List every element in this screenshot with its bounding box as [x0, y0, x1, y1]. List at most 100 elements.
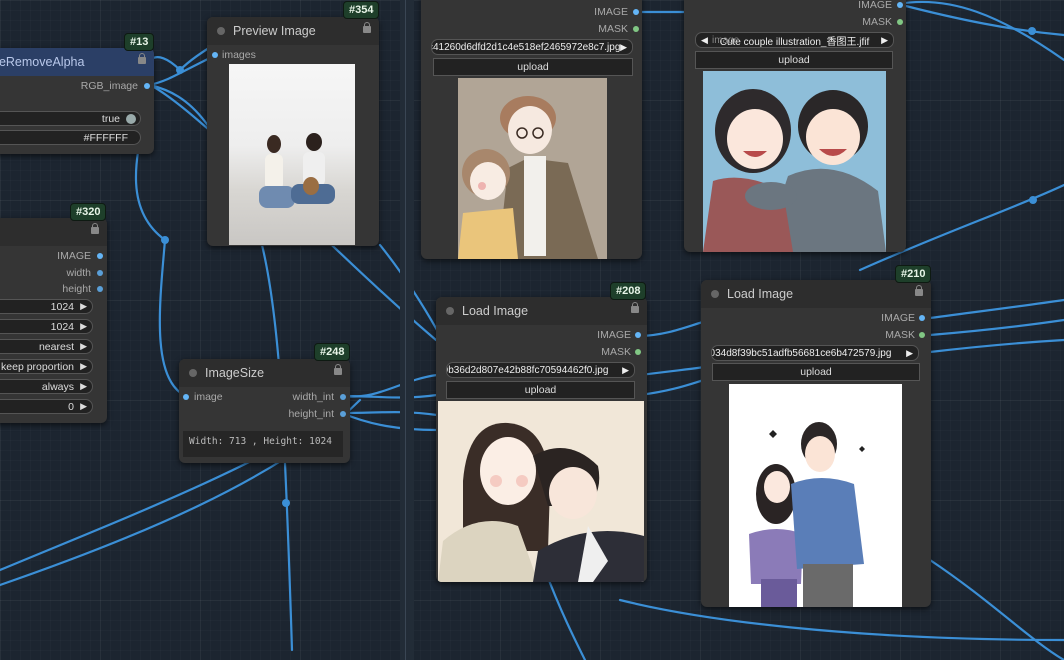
output-label: IMAGE: [57, 250, 91, 262]
upload-button[interactable]: upload: [712, 363, 920, 381]
output-port[interactable]: [633, 9, 639, 15]
node-title: geRemoveAlpha: [0, 55, 85, 69]
loaded-image-thumbnail: [438, 401, 644, 582]
output-port[interactable]: [919, 332, 925, 338]
input-port[interactable]: [212, 52, 218, 58]
output-port[interactable]: [897, 2, 903, 8]
load-image-node[interactable]: IMAGE MASK c41260d6dfd2d1c4e518ef2465972…: [421, 0, 642, 259]
width-widget[interactable]: 1024 ▶: [0, 299, 93, 314]
node-title: Load Image: [727, 287, 794, 301]
arrow-right-icon[interactable]: ▶: [622, 365, 629, 376]
file-name: Cute couple illustration_香图王.jfif: [719, 36, 870, 48]
output-port[interactable]: [97, 286, 103, 292]
widget-value: keep proportion: [1, 360, 74, 373]
arrow-right-icon[interactable]: ▶: [80, 321, 87, 332]
node-id-badge: #354: [343, 1, 380, 19]
output-label: height: [62, 283, 91, 295]
output-port[interactable]: [340, 394, 346, 400]
lock-icon[interactable]: [334, 364, 342, 375]
output-label: IMAGE: [881, 312, 915, 324]
output-port[interactable]: [633, 26, 639, 32]
output-port[interactable]: [897, 19, 903, 25]
node-id-badge: #13: [124, 33, 155, 51]
image-size-node[interactable]: ImageSize image width_int height_int Wid…: [179, 359, 350, 463]
node-title-bar[interactable]: geRemoveAlpha: [0, 48, 154, 76]
widget-value: 0: [68, 400, 74, 413]
output-port[interactable]: [97, 270, 103, 276]
image-file-select[interactable]: bced9b36d2d807e42b88fc70594462f0.jpg ▶: [446, 362, 635, 378]
node-title-bar[interactable]: ImageSize: [179, 359, 350, 387]
arrow-right-icon[interactable]: ▶: [80, 301, 87, 312]
multiple-widget[interactable]: 0 ▶: [0, 399, 93, 414]
output-label: RGB_image: [80, 80, 138, 92]
output-label: MASK: [862, 16, 892, 28]
arrow-right-icon[interactable]: ▶: [906, 348, 913, 359]
height-widget[interactable]: 1024 ▶: [0, 319, 93, 334]
output-port[interactable]: [635, 349, 641, 355]
output-port[interactable]: [919, 315, 925, 321]
load-image-node[interactable]: IMAGE MASK ◀ image Cute couple illustrat…: [684, 0, 906, 252]
widget-value: always: [41, 380, 74, 393]
node-title-bar[interactable]: [0, 218, 107, 246]
upload-button[interactable]: upload: [446, 381, 635, 399]
toggle-knob: [126, 114, 136, 124]
output-port[interactable]: [340, 411, 346, 417]
arrow-right-icon[interactable]: ▶: [881, 35, 888, 46]
output-port[interactable]: [144, 83, 150, 89]
output-port[interactable]: [635, 332, 641, 338]
upload-button[interactable]: upload: [433, 58, 633, 76]
arrow-right-icon[interactable]: ▶: [80, 381, 87, 392]
color-widget[interactable]: #FFFFFF: [0, 130, 141, 145]
image-resize-node[interactable]: IMAGE width height 1024 ▶ 1024 ▶ nearest ▶ …: [0, 218, 107, 423]
image-file-select[interactable]: ◀ image Cute couple illustration_香图王.jfi…: [695, 32, 894, 48]
collapse-dot[interactable]: [711, 290, 719, 298]
image-file-select[interactable]: b034d8f39bc51adfb56681ce6b472579.jpg ▶: [711, 345, 919, 361]
arrow-right-icon[interactable]: ▶: [80, 341, 87, 352]
file-name: bced9b36d2d807e42b88fc70594462f0.jpg: [447, 364, 609, 376]
interpolation-widget[interactable]: nearest ▶: [0, 339, 93, 354]
arrow-right-icon[interactable]: ▶: [80, 401, 87, 412]
color-value: #FFFFFF: [83, 131, 128, 144]
loaded-image-thumbnail: [458, 78, 607, 259]
toggle-value: true: [101, 112, 120, 125]
widget-value: 1024: [50, 320, 74, 333]
preview-photo: [229, 64, 355, 245]
lock-icon[interactable]: [915, 285, 923, 296]
input-port[interactable]: [183, 394, 189, 400]
arrow-right-icon[interactable]: ▶: [80, 361, 87, 372]
preview-image-node[interactable]: Preview Image images: [207, 17, 379, 246]
arrow-right-icon[interactable]: ▶: [620, 42, 627, 53]
arrow-left-icon[interactable]: ◀: [701, 35, 708, 46]
output-label: height_int: [288, 408, 334, 420]
load-image-node[interactable]: Load Image IMAGE MASK bced9b36d2d807e42b…: [436, 297, 647, 582]
widget-value: 1024: [50, 300, 74, 313]
output-label: width: [66, 267, 91, 279]
method-widget[interactable]: keep proportion ▶: [0, 359, 93, 374]
output-label: MASK: [885, 329, 915, 341]
condition-widget[interactable]: always ▶: [0, 379, 93, 394]
lock-icon[interactable]: [91, 223, 99, 234]
image-remove-alpha-node[interactable]: geRemoveAlpha RGB_image true #FFFFFF: [0, 48, 154, 154]
node-id-badge: #208: [610, 282, 647, 300]
input-label: image: [194, 391, 223, 403]
output-label: width_int: [292, 391, 334, 403]
image-file-select[interactable]: c41260d6dfd2d1c4e518ef2465972e8c7.jpg ▶: [431, 39, 633, 55]
widget-value: nearest: [38, 340, 74, 353]
collapse-dot[interactable]: [217, 27, 225, 35]
node-title-bar[interactable]: Preview Image: [207, 17, 379, 45]
node-title: Preview Image: [233, 24, 316, 38]
lock-icon[interactable]: [631, 302, 639, 313]
upload-button[interactable]: upload: [695, 51, 893, 69]
lock-icon[interactable]: [138, 53, 146, 64]
output-label: IMAGE: [594, 6, 628, 18]
node-title-bar[interactable]: Load Image: [701, 280, 931, 308]
loaded-image-thumbnail: [703, 71, 886, 252]
collapse-dot[interactable]: [446, 307, 454, 315]
lock-icon[interactable]: [363, 22, 371, 33]
collapse-dot[interactable]: [189, 369, 197, 377]
node-title-bar[interactable]: Load Image: [436, 297, 647, 325]
output-port[interactable]: [97, 253, 103, 259]
toggle-widget[interactable]: true: [0, 111, 141, 126]
output-label: MASK: [601, 346, 631, 358]
load-image-node[interactable]: Load Image IMAGE MASK b034d8f39bc51adfb5…: [701, 280, 931, 607]
